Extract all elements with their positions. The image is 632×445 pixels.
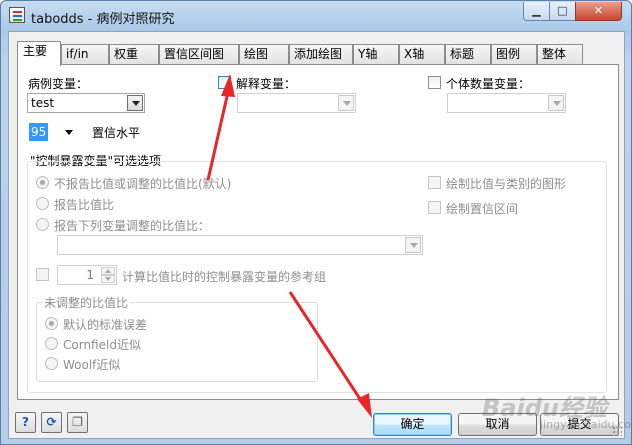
tab-if-in[interactable]: if/in bbox=[61, 44, 109, 65]
spin-up-icon[interactable] bbox=[101, 267, 115, 275]
unadjusted-or-title: 未调整的比值比 bbox=[42, 294, 131, 311]
maximize-button[interactable]: □ bbox=[549, 2, 576, 21]
tab-titles[interactable]: 标题 bbox=[445, 44, 491, 65]
reference-group-checkbox[interactable] bbox=[36, 268, 49, 281]
reference-group-label: 计算比值比时的控制暴露变量的参考组 bbox=[122, 270, 327, 284]
count-variable-checkbox[interactable] bbox=[428, 76, 441, 89]
radio-report-adjusted[interactable] bbox=[36, 218, 49, 231]
confidence-level-combo[interactable]: 95 bbox=[28, 122, 84, 142]
tab-label: 整体 bbox=[542, 47, 567, 61]
tab-y-axis[interactable]: Y轴 bbox=[353, 44, 399, 65]
adjust-variables-combo[interactable] bbox=[57, 235, 423, 255]
tab-weights[interactable]: 权重 bbox=[109, 44, 159, 65]
tab-panel-main: 病例变量： test 解释变量： 个体数量变量： 95 置信水平 "控制暴露变量… bbox=[17, 64, 619, 400]
radio-no-report-label: 不报告比值或调整的比值比(默认) bbox=[54, 177, 232, 191]
copy-button[interactable]: ❐ bbox=[67, 412, 88, 433]
radio-report-or[interactable] bbox=[36, 197, 49, 210]
graph-odds-label: 绘制比值与类别的图形 bbox=[446, 177, 567, 191]
chevron-down-icon[interactable] bbox=[405, 237, 421, 253]
close-button[interactable]: ✕ bbox=[575, 2, 622, 21]
tab-ci-plot[interactable]: 置信区间图 bbox=[159, 44, 239, 65]
chevron-down-icon[interactable] bbox=[65, 130, 73, 135]
tab-label: 图例 bbox=[496, 47, 521, 61]
radio-woolf[interactable] bbox=[45, 357, 58, 370]
tab-x-axis[interactable]: X轴 bbox=[399, 44, 445, 65]
graph-ci-label: 绘制置信区间 bbox=[446, 202, 519, 216]
chevron-down-icon[interactable] bbox=[548, 95, 564, 111]
radio-default-se[interactable] bbox=[45, 317, 58, 330]
graph-odds-checkbox[interactable] bbox=[428, 176, 441, 189]
radio-default-se-label: 默认的标准误差 bbox=[63, 318, 148, 332]
tab-label: 标题 bbox=[450, 47, 475, 61]
minimize-button[interactable]: ▁ bbox=[523, 2, 550, 21]
chevron-down-icon[interactable] bbox=[127, 95, 143, 111]
watermark-url: jingyan.baidu.com bbox=[540, 418, 632, 431]
tab-main[interactable]: 主要 bbox=[17, 41, 61, 66]
tab-legend[interactable]: 图例 bbox=[491, 44, 537, 65]
radio-report-or-label: 报告比值比 bbox=[54, 198, 115, 212]
radio-no-report[interactable] bbox=[36, 176, 49, 189]
tab-label: 置信区间图 bbox=[164, 47, 225, 61]
case-variable-combo[interactable]: test bbox=[27, 93, 145, 113]
explanatory-variable-checkbox[interactable] bbox=[218, 76, 231, 89]
reference-group-spinner[interactable]: 1 bbox=[57, 265, 117, 285]
graph-ci-checkbox[interactable] bbox=[428, 201, 441, 214]
tab-label: 权重 bbox=[114, 47, 139, 61]
refresh-icon: ⟳ bbox=[46, 415, 57, 429]
radio-woolf-label: Woolf近似 bbox=[63, 358, 121, 372]
radio-cornfield-label: Cornfield近似 bbox=[63, 338, 141, 352]
ok-button[interactable]: 确定 bbox=[373, 413, 452, 436]
ok-button-label: 确定 bbox=[400, 417, 425, 431]
count-variable-combo[interactable] bbox=[447, 93, 566, 113]
case-variable-label: 病例变量： bbox=[28, 77, 89, 91]
tab-add-plot[interactable]: 添加绘图 bbox=[289, 44, 353, 65]
reset-button[interactable]: ⟳ bbox=[41, 412, 62, 433]
tab-label: if/in bbox=[66, 47, 89, 61]
tab-plot[interactable]: 绘图 bbox=[239, 44, 289, 65]
app-icon bbox=[9, 7, 25, 23]
tab-label: Y轴 bbox=[358, 47, 378, 61]
dialog-client: 主要 if/in 权重 置信区间图 绘图 添加绘图 Y轴 X轴 标题 图例 整体… bbox=[8, 31, 625, 439]
window-title: tabodds - 病例对照研究 bbox=[31, 12, 175, 27]
case-variable-value: test bbox=[31, 96, 55, 110]
title-bar[interactable]: tabodds - 病例对照研究 ▁ □ ✕ bbox=[1, 1, 631, 31]
confidence-level-value: 95 bbox=[29, 123, 49, 141]
tab-label: X轴 bbox=[404, 47, 425, 61]
radio-cornfield[interactable] bbox=[45, 337, 58, 350]
count-variable-label: 个体数量变量： bbox=[446, 77, 531, 91]
explanatory-variable-label: 解释变量： bbox=[236, 77, 297, 91]
tab-overall[interactable]: 整体 bbox=[537, 44, 583, 65]
explanatory-variable-combo[interactable] bbox=[237, 93, 356, 113]
tab-label: 绘图 bbox=[244, 47, 269, 61]
reference-group-value: 1 bbox=[86, 268, 94, 282]
radio-report-adjusted-label: 报告下列变量调整的比值比： bbox=[54, 219, 211, 233]
help-button[interactable]: ? bbox=[15, 412, 36, 433]
tab-label: 主要 bbox=[23, 44, 48, 58]
spin-down-icon[interactable] bbox=[101, 275, 115, 283]
tab-label: 添加绘图 bbox=[294, 47, 343, 61]
chevron-down-icon[interactable] bbox=[338, 95, 354, 111]
dialog-window: tabodds - 病例对照研究 ▁ □ ✕ 主要 if/in 权重 置信区间图… bbox=[0, 0, 632, 445]
copy-icon: ❐ bbox=[72, 415, 83, 429]
confidence-level-label: 置信水平 bbox=[92, 126, 141, 140]
